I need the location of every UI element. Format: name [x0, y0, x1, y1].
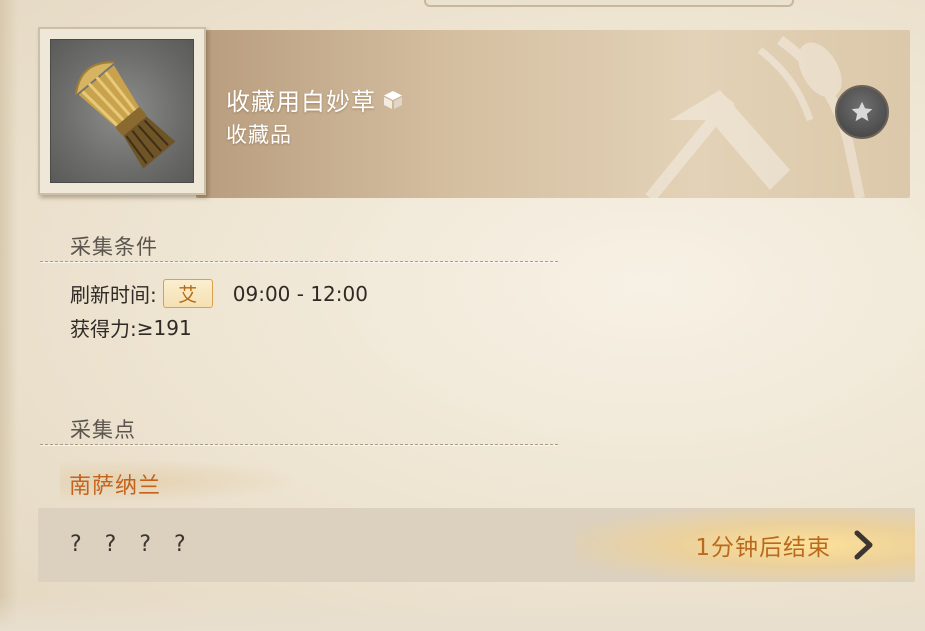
cube-icon — [384, 90, 402, 109]
item-icon-background — [50, 39, 194, 183]
gathering-tool-emblem-icon — [645, 35, 865, 198]
panel-left-edge — [0, 0, 18, 631]
refresh-time-range: 09:00 - 12:00 — [232, 281, 368, 306]
wheat-bundle-icon — [74, 61, 176, 169]
location-name[interactable]: 南萨纳兰 — [69, 468, 161, 500]
item-icon-frame — [38, 27, 206, 195]
points-divider — [40, 444, 558, 446]
refresh-time-row: 刷新时间: 艾 09:00 - 12:00 — [70, 279, 368, 308]
top-tab — [424, 0, 794, 7]
refresh-time-label: 刷新时间: — [70, 283, 157, 307]
star-icon — [851, 101, 873, 122]
node-name: ? ? ? ? — [70, 532, 194, 557]
gathering-value: ≥191 — [136, 315, 192, 340]
era-badge: 艾 — [162, 279, 213, 308]
item-category: 收藏品 — [226, 123, 292, 147]
conditions-divider — [40, 261, 558, 263]
node-timer: 1分钟后结束 — [695, 535, 831, 561]
item-name: 收藏用白妙草 — [226, 88, 376, 116]
chevron-right-icon[interactable] — [853, 530, 875, 560]
conditions-section-title: 采集条件 — [70, 235, 158, 259]
gathering-requirement-row: 获得力: ≥191 — [70, 313, 192, 342]
points-section-title: 采集点 — [70, 418, 136, 442]
bottom-fade — [0, 596, 925, 631]
item-title-row: 收藏用白妙草 — [226, 82, 404, 117]
favorite-button[interactable] — [835, 85, 889, 139]
gathering-label: 获得力: — [70, 317, 137, 341]
gathering-node-row[interactable]: ? ? ? ? 1分钟后结束 — [38, 508, 915, 582]
